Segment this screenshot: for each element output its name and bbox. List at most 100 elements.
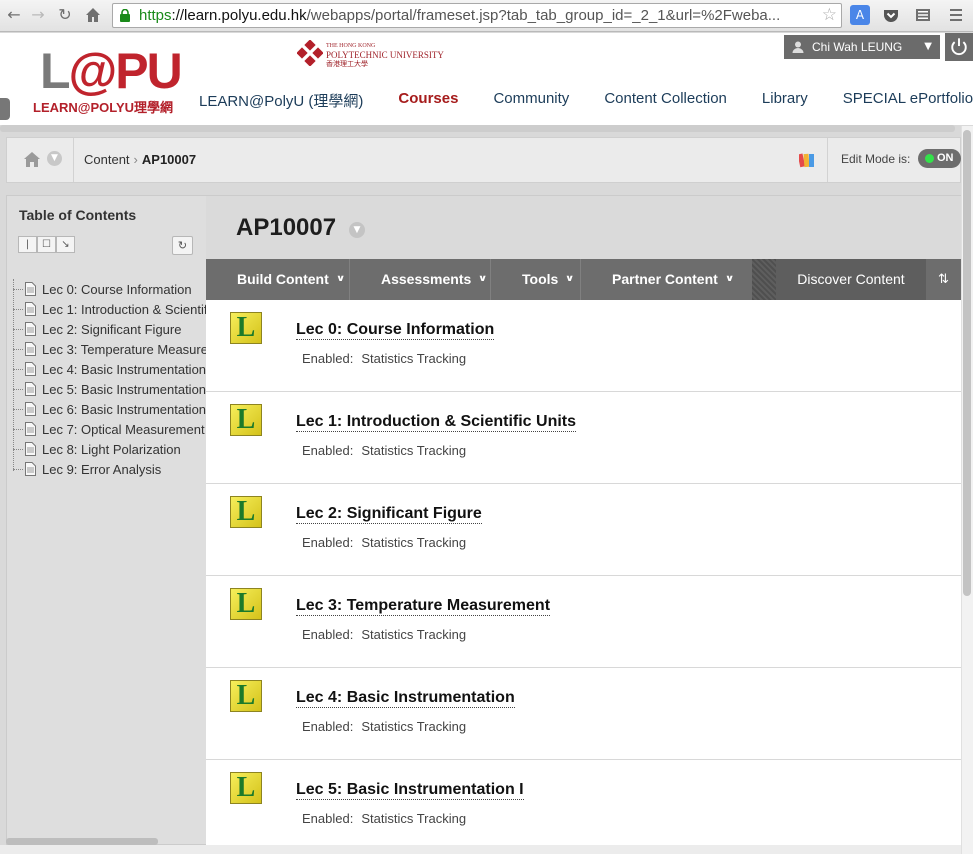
toc-item[interactable]: Lec 3: Temperature Measurement — [13, 339, 206, 359]
learning-module-icon: L — [230, 680, 262, 712]
document-icon — [25, 302, 36, 316]
item-status: Enabled: Statistics Tracking — [302, 443, 467, 458]
translate-icon[interactable]: A — [850, 5, 870, 25]
document-icon — [25, 422, 36, 436]
learning-module-icon: L — [230, 496, 262, 528]
breadcrumb: Content › AP10007 — [84, 152, 196, 167]
window-menu-icon[interactable] — [946, 5, 966, 25]
nav-library[interactable]: Library — [762, 90, 808, 110]
discover-content-button[interactable]: Discover Content — [776, 259, 926, 300]
document-icon — [25, 362, 36, 376]
toc-item[interactable]: Lec 1: Introduction & Scientific Units — [13, 299, 206, 319]
site-header: L@PU LEARN@POLYU理學網 THE HONG KONG POLYTE… — [0, 33, 973, 132]
toc-tree: Lec 0: Course Information Lec 1: Introdu… — [13, 279, 206, 479]
header-divider — [0, 125, 955, 132]
color-palette-icon[interactable] — [799, 152, 815, 168]
content-item-link[interactable]: Lec 0: Course Information — [296, 320, 495, 340]
home-icon[interactable] — [83, 5, 103, 25]
action-bar: Build Content ∨ Assessments ∨ Tools ∨ Partn… — [206, 259, 961, 300]
document-icon — [25, 442, 36, 456]
forward-icon[interactable]: → — [28, 5, 48, 25]
nav-courses[interactable]: Courses — [398, 90, 458, 110]
back-icon[interactable]: ← — [4, 5, 24, 25]
divider — [827, 138, 828, 182]
toc-item[interactable]: Lec 7: Optical Measurement — [13, 419, 206, 439]
bookmark-star-icon[interactable]: ☆ — [822, 4, 837, 27]
side-tab-handle[interactable] — [0, 98, 10, 120]
list-item: L Lec 5: Basic Instrumentation I Enabled… — [206, 760, 961, 852]
browser-toolbar: ← → ↻ https://learn.polyu.edu.hk/webapps… — [0, 0, 973, 32]
toc-item[interactable]: Lec 2: Significant Figure — [13, 319, 206, 339]
content-item-link[interactable]: Lec 2: Significant Figure — [296, 504, 482, 524]
chevron-down-icon: ∨ — [565, 274, 575, 284]
course-menu-chevron-icon[interactable]: ▼ — [349, 222, 365, 238]
open-in-window-icon[interactable]: ↘ — [56, 236, 75, 253]
nav-content-collection[interactable]: Content Collection — [604, 90, 727, 110]
toc-item[interactable]: Lec 0: Course Information — [13, 279, 206, 299]
course-header: AP10007 ▼ — [206, 195, 961, 259]
document-icon — [25, 382, 36, 396]
content-item-link[interactable]: Lec 4: Basic Instrumentation — [296, 688, 515, 708]
course-home-icon[interactable] — [23, 151, 41, 168]
content-item-list: L Lec 0: Course Information Enabled: Stat… — [206, 300, 961, 852]
list-item: L Lec 0: Course Information Enabled: Stat… — [206, 300, 961, 392]
breadcrumb-separator: › — [133, 152, 138, 167]
toc-item[interactable]: Lec 4: Basic Instrumentation — [13, 359, 206, 379]
toc-item[interactable]: Lec 6: Basic Instrumentation — [13, 399, 206, 419]
learning-module-icon: L — [230, 312, 262, 344]
address-bar[interactable]: https://learn.polyu.edu.hk/webapps/porta… — [112, 3, 842, 28]
expand-all-icon[interactable]: ☐ — [37, 236, 56, 253]
document-icon — [25, 462, 36, 476]
toggle-on-indicator-icon — [925, 154, 934, 163]
nav-learn-polyu[interactable]: LEARN@PolyU (理學網) — [199, 90, 363, 110]
polyu-seal-icon — [297, 40, 323, 66]
chevron-down-icon: ∨ — [335, 274, 346, 284]
item-status: Enabled: Statistics Tracking — [302, 719, 467, 734]
content-item-link[interactable]: Lec 5: Basic Instrumentation I — [296, 780, 524, 800]
toc-item[interactable]: Lec 8: Light Polarization — [13, 439, 206, 459]
item-status: Enabled: Statistics Tracking — [302, 351, 467, 366]
edit-mode-toggle[interactable]: ON — [918, 149, 961, 168]
collapse-all-icon[interactable]: | — [18, 236, 37, 253]
content-item-link[interactable]: Lec 3: Temperature Measurement — [296, 596, 551, 616]
table-of-contents-panel: Table of Contents | ☐ ↘ ↻ Lec 0: Course … — [6, 195, 207, 845]
pocket-icon[interactable] — [881, 5, 901, 25]
logo-subtitle: LEARN@POLYU理學網 — [33, 100, 174, 115]
edit-mode-label: Edit Mode is: — [841, 152, 911, 166]
toc-item[interactable]: Lec 5: Basic Instrumentation I — [13, 379, 206, 399]
breadcrumb-content-link[interactable]: Content — [84, 152, 130, 167]
build-content-button[interactable]: Build Content ∨ — [206, 259, 350, 300]
partner-content-button[interactable]: Partner Content ∨ — [581, 259, 752, 300]
learning-module-icon: L — [230, 404, 262, 436]
home-menu-chevron-icon[interactable]: ▼ — [47, 151, 62, 166]
reload-icon[interactable]: ↻ — [55, 5, 75, 25]
user-menu[interactable]: Chi Wah LEUNG ▼ — [784, 35, 940, 59]
course-content-area: AP10007 ▼ Build Content ∨ Assessments ∨ To… — [206, 195, 961, 854]
edit-mode-value: ON — [937, 152, 954, 164]
content-item-link[interactable]: Lec 1: Introduction & Scientific Units — [296, 412, 577, 432]
assessments-button[interactable]: Assessments ∨ — [350, 259, 491, 300]
nav-special-eportfolio[interactable]: SPECIAL ePortfolio — [843, 90, 973, 110]
toc-toolbar: | ☐ ↘ — [18, 236, 75, 253]
user-name: Chi Wah LEUNG — [812, 40, 903, 54]
chevron-down-icon: ∨ — [478, 274, 488, 284]
polyu-wordmark: THE HONG KONG POLYTECHNIC UNIVERSITY 香港理… — [326, 43, 444, 68]
page-title: AP10007 — [236, 214, 337, 241]
logout-power-icon[interactable] — [944, 33, 973, 61]
learning-module-icon: L — [230, 772, 262, 804]
reorder-arrows-icon[interactable]: ⇅ — [926, 259, 961, 300]
item-status: Enabled: Statistics Tracking — [302, 627, 467, 642]
toc-horizontal-scrollbar[interactable] — [6, 838, 158, 845]
menu-icon[interactable] — [913, 5, 933, 25]
tools-button[interactable]: Tools ∨ — [491, 259, 581, 300]
list-item: L Lec 2: Significant Figure Enabled: Stat… — [206, 484, 961, 576]
url-scheme: https — [139, 7, 172, 24]
toc-item[interactable]: Lec 9: Error Analysis — [13, 459, 206, 479]
learn-polyu-logo[interactable]: L@PU — [40, 45, 183, 97]
action-bar-divider — [752, 259, 776, 300]
horizontal-scrollbar[interactable] — [0, 845, 961, 854]
item-status: Enabled: Statistics Tracking — [302, 535, 467, 550]
vertical-scrollbar-thumb[interactable] — [963, 130, 971, 596]
refresh-icon[interactable]: ↻ — [172, 236, 193, 255]
nav-community[interactable]: Community — [493, 90, 569, 110]
